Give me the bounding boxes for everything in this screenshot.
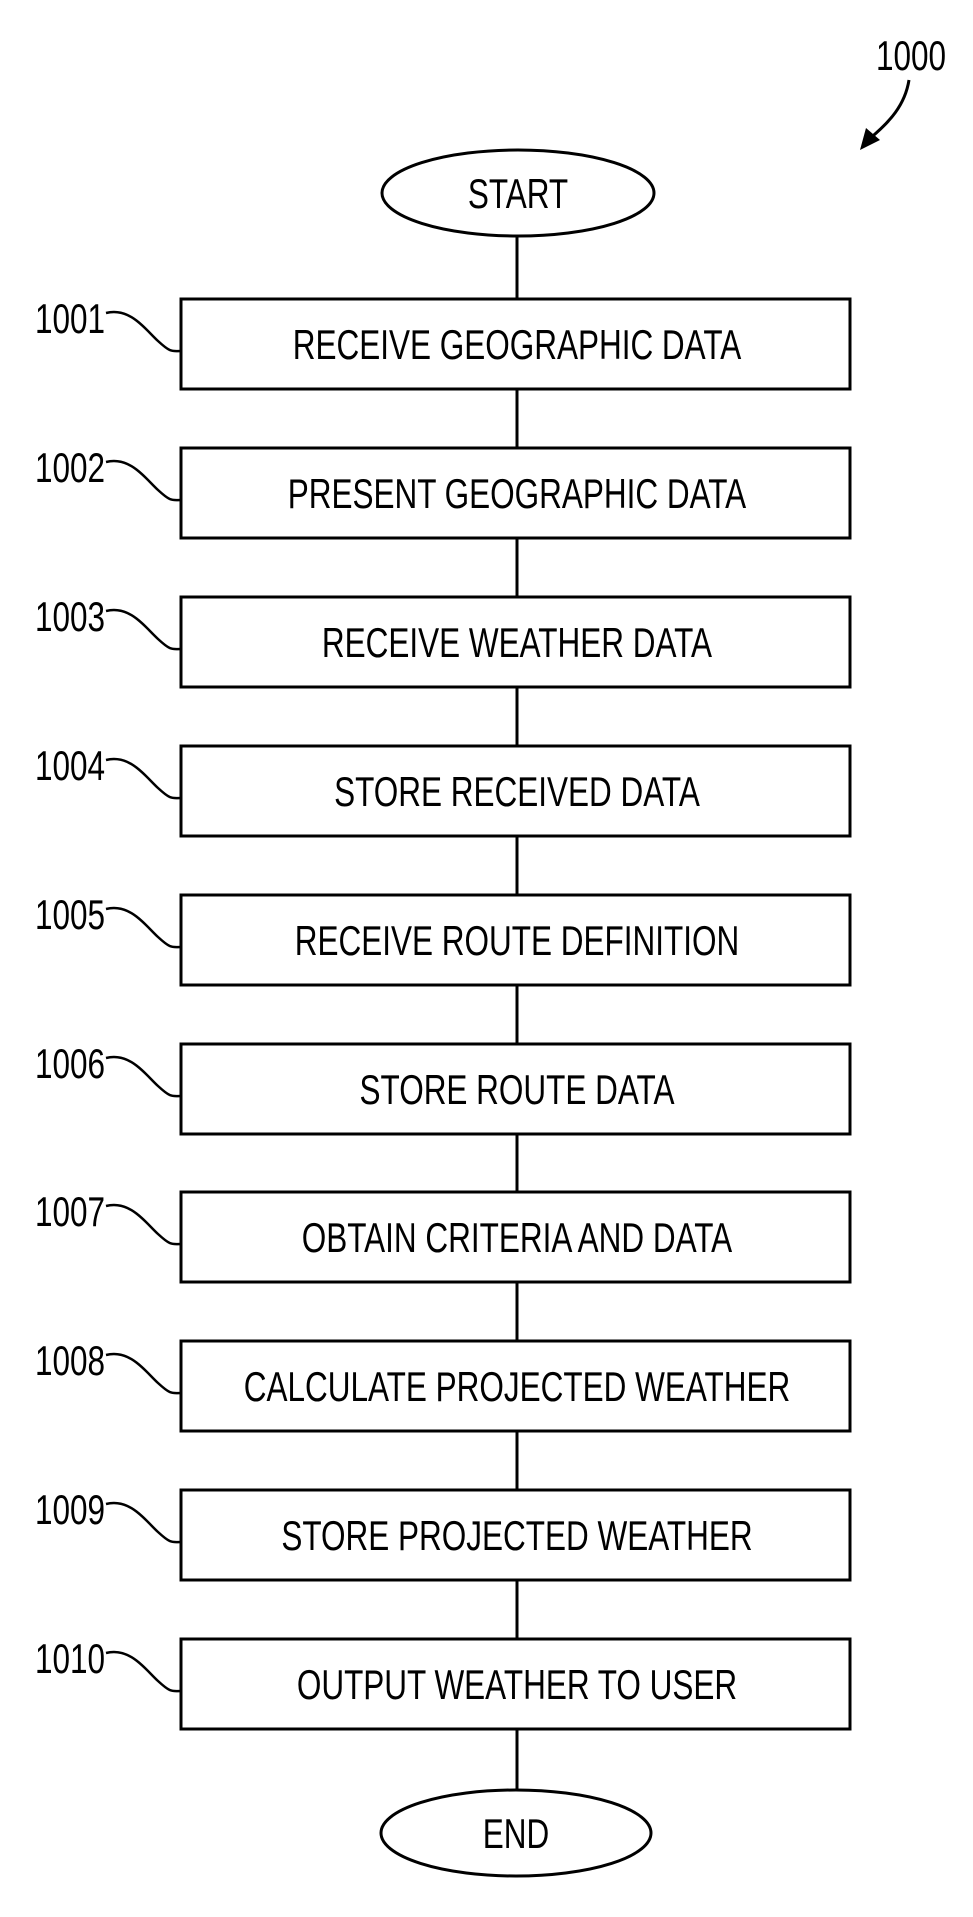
process-step: RECEIVE GEOGRAPHIC DATA 1001: [35, 295, 852, 391]
process-step: STORE PROJECTED WEATHER 1009: [35, 1486, 852, 1582]
step-reference-label: 1007: [35, 1188, 105, 1236]
step-reference-label: 1002: [35, 444, 105, 492]
leader-line: [105, 310, 182, 353]
process-step: RECEIVE ROUTE DEFINITION 1005: [35, 891, 852, 987]
flowchart: 1000 START RECEIVE GEOGRAPHIC DATA 1001 PR…: [35, 32, 946, 1878]
leader-line: [105, 1352, 182, 1395]
process-step: PRESENT GEOGRAPHIC DATA 1002: [35, 444, 852, 540]
step-reference-label: 1008: [35, 1337, 105, 1385]
step-reference-label: 1009: [35, 1486, 105, 1534]
step-reference-label: 1005: [35, 891, 105, 939]
process-step-text: STORE PROJECTED WEATHER: [281, 1512, 752, 1560]
step-reference-label: 1010: [35, 1635, 105, 1683]
process-step-text: PRESENT GEOGRAPHIC DATA: [288, 470, 747, 518]
process-step: OUTPUT WEATHER TO USER 1010: [35, 1635, 852, 1731]
step-reference-label: 1004: [35, 742, 105, 790]
leader-line: [105, 1203, 182, 1246]
leader-line: [105, 1055, 182, 1098]
process-step-text: STORE ROUTE DATA: [360, 1066, 675, 1114]
end-label: END: [483, 1810, 549, 1858]
step-reference-label: 1006: [35, 1040, 105, 1088]
process-step-text: RECEIVE ROUTE DEFINITION: [295, 917, 739, 965]
step-reference-label: 1001: [35, 295, 105, 343]
process-step-text: RECEIVE WEATHER DATA: [322, 619, 712, 667]
figure-reference-arrow: [867, 79, 911, 142]
process-step-text: CALCULATE PROJECTED WEATHER: [244, 1363, 790, 1411]
process-step-text: OBTAIN CRITERIA AND DATA: [302, 1214, 733, 1262]
process-step: CALCULATE PROJECTED WEATHER 1008: [35, 1337, 852, 1433]
leader-line: [105, 459, 182, 502]
process-step-text: OUTPUT WEATHER TO USER: [297, 1661, 737, 1709]
leader-line: [105, 906, 182, 949]
leader-line: [105, 1650, 182, 1693]
process-step: OBTAIN CRITERIA AND DATA 1007: [35, 1188, 852, 1284]
leader-line: [105, 608, 182, 651]
process-step: RECEIVE WEATHER DATA 1003: [35, 593, 852, 689]
leader-line: [105, 1501, 182, 1544]
end-terminal: END: [379, 1788, 653, 1878]
process-step-text: STORE RECEIVED DATA: [334, 768, 700, 816]
step-reference-label: 1003: [35, 593, 105, 641]
figure-reference-label: 1000: [876, 32, 946, 80]
start-terminal: START: [380, 148, 656, 238]
leader-line: [105, 757, 182, 800]
start-label: START: [468, 170, 568, 218]
process-step-text: RECEIVE GEOGRAPHIC DATA: [293, 321, 742, 369]
process-step: STORE ROUTE DATA 1006: [35, 1040, 852, 1136]
process-step: STORE RECEIVED DATA 1004: [35, 742, 852, 838]
